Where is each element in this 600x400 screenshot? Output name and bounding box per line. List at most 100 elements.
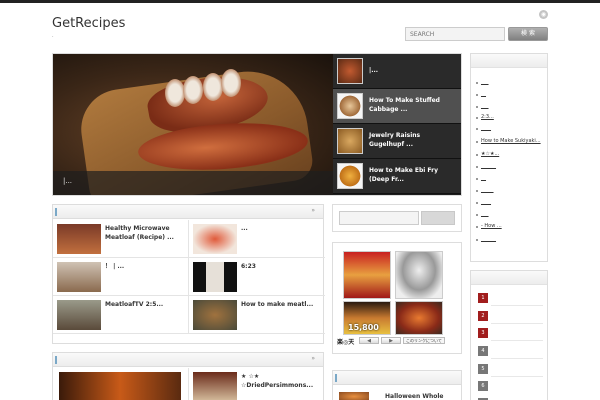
sidebar-search-input[interactable]	[339, 211, 419, 225]
category-link[interactable]: _____	[481, 187, 494, 193]
widget-header	[471, 54, 547, 68]
post-item[interactable]: ！ | ...	[53, 258, 189, 296]
category-link[interactable]: __	[481, 91, 486, 97]
category-link[interactable]: How to Make Sukiyaki...	[481, 138, 541, 144]
post-title: ...	[241, 225, 248, 232]
slider-thumb-image	[337, 93, 363, 119]
hero-caption-bar: |...	[53, 171, 333, 195]
squid-ring	[165, 79, 185, 107]
category-link[interactable]: ★☆★...	[481, 151, 499, 157]
post-item[interactable]	[53, 368, 189, 400]
ad-image[interactable]	[395, 301, 443, 335]
ranking-widget: 1 2 3 4 5 6 7	[470, 270, 548, 400]
sidebar-search-button[interactable]	[421, 211, 455, 225]
category-link[interactable]: ___	[481, 211, 489, 217]
post-title: MeatloafTV 2:5...	[105, 301, 164, 308]
section-more-link[interactable]: »	[311, 207, 315, 214]
rank-divider	[491, 323, 543, 324]
category-link[interactable]: ____	[481, 199, 491, 205]
bullet-icon	[476, 178, 478, 180]
post-thumb	[193, 262, 237, 292]
ad-image[interactable]	[343, 251, 391, 299]
post-thumb	[193, 224, 237, 254]
category-widget: ___ __ ___ 2:3... ____ How to Make Sukiy…	[470, 53, 548, 262]
rank-badge: 3	[478, 328, 488, 338]
popular-widget: Halloween Whole	[332, 370, 462, 400]
featured-slider: |... |... How To Make Stuffed Cabbage ..…	[52, 53, 462, 196]
bullet-icon	[476, 128, 478, 130]
post-item[interactable]: How to make meatl...	[189, 296, 325, 334]
post-item[interactable]: Healthy Microwave Meatloaf (Recipe) ...	[53, 220, 189, 258]
ad-info-link[interactable]: このリンクについて	[403, 337, 445, 344]
post-item[interactable]: ...	[189, 220, 325, 258]
hero-image[interactable]: |...	[53, 54, 333, 195]
bullet-icon	[476, 202, 478, 204]
slider-item-title: |...	[369, 67, 379, 74]
category-link[interactable]: __	[481, 175, 486, 181]
bullet-icon	[476, 94, 478, 96]
post-item[interactable]: MeatloafTV 2:5...	[53, 296, 189, 334]
bullet-icon	[476, 226, 478, 228]
rakuten-ad-widget: 15,800 楽◎天 ◀ ▶ このリンクについて	[332, 242, 462, 354]
recipe-section: » ★ ☆★ ☆DriedPersimmons...	[52, 352, 324, 400]
slider-thumb-image	[337, 128, 363, 154]
squid-ring	[203, 73, 223, 101]
post-title: Healthy Microwave Meatloaf (Recipe) ...	[105, 225, 174, 241]
post-title: ！ | ...	[105, 263, 125, 270]
ad-image[interactable]	[395, 251, 443, 299]
bullet-icon	[476, 82, 478, 84]
squid-ring	[183, 76, 203, 104]
search-button[interactable]: 検 索	[508, 27, 548, 41]
hero-caption[interactable]: |...	[63, 177, 72, 185]
post-thumb	[193, 372, 237, 400]
widget-header	[333, 371, 461, 385]
ad-price: 15,800	[348, 323, 379, 332]
slider-item-title: How to Make Ebi Fry (Deep Fr...	[369, 167, 438, 183]
bullet-icon	[476, 154, 478, 156]
category-link[interactable]: ___	[481, 79, 489, 85]
category-link[interactable]: - How ...	[481, 223, 502, 229]
category-link[interactable]: ______	[481, 236, 496, 242]
post-thumb	[57, 262, 101, 292]
rank-divider	[491, 340, 543, 341]
widget-post-title[interactable]: Halloween Whole	[385, 393, 444, 400]
top-bar	[0, 0, 600, 3]
ad-image[interactable]: 15,800	[343, 301, 391, 335]
widget-thumb[interactable]	[339, 392, 369, 400]
post-item[interactable]: ★ ☆★ ☆DriedPersimmons...	[189, 368, 325, 400]
post-title: 6:23	[241, 263, 256, 270]
category-link[interactable]: ___	[481, 103, 489, 109]
post-thumb	[193, 300, 237, 330]
category-link[interactable]: 2:3...	[481, 114, 494, 120]
category-link[interactable]: ____	[481, 125, 491, 131]
site-subtitle: .	[52, 33, 54, 39]
slider-thumb-image	[337, 58, 363, 84]
category-link[interactable]: ______	[481, 163, 496, 169]
bullet-icon	[476, 166, 478, 168]
bullet-icon	[476, 141, 478, 143]
rss-icon[interactable]: ◉	[539, 10, 548, 19]
site-title[interactable]: GetRecipes	[52, 16, 125, 31]
ad-next-button[interactable]: ▶	[381, 337, 401, 344]
sidebar-search-box	[332, 204, 462, 232]
post-thumb	[59, 372, 181, 400]
bullet-icon	[476, 190, 478, 192]
slider-item[interactable]: Jewelry Raisins Gugelhupf ...	[333, 124, 461, 159]
rank-badge: 4	[478, 346, 488, 356]
widget-header	[471, 271, 547, 285]
post-item[interactable]: 6:23	[189, 258, 325, 296]
section-more-link[interactable]: »	[311, 355, 315, 362]
slider-item[interactable]: |...	[333, 54, 461, 89]
section-header: »	[53, 353, 323, 367]
slider-item[interactable]: How To Make Stuffed Cabbage ...	[333, 89, 461, 124]
ad-prev-button[interactable]: ◀	[359, 337, 379, 344]
rank-badge: 1	[478, 293, 488, 303]
search-input[interactable]	[405, 27, 505, 41]
post-thumb	[57, 224, 101, 254]
section-header: »	[53, 205, 323, 219]
bullet-icon	[476, 106, 478, 108]
slider-item[interactable]: How to Make Ebi Fry (Deep Fr...	[333, 159, 461, 194]
rank-divider	[491, 358, 543, 359]
bullet-icon	[476, 214, 478, 216]
rank-divider	[491, 305, 543, 306]
